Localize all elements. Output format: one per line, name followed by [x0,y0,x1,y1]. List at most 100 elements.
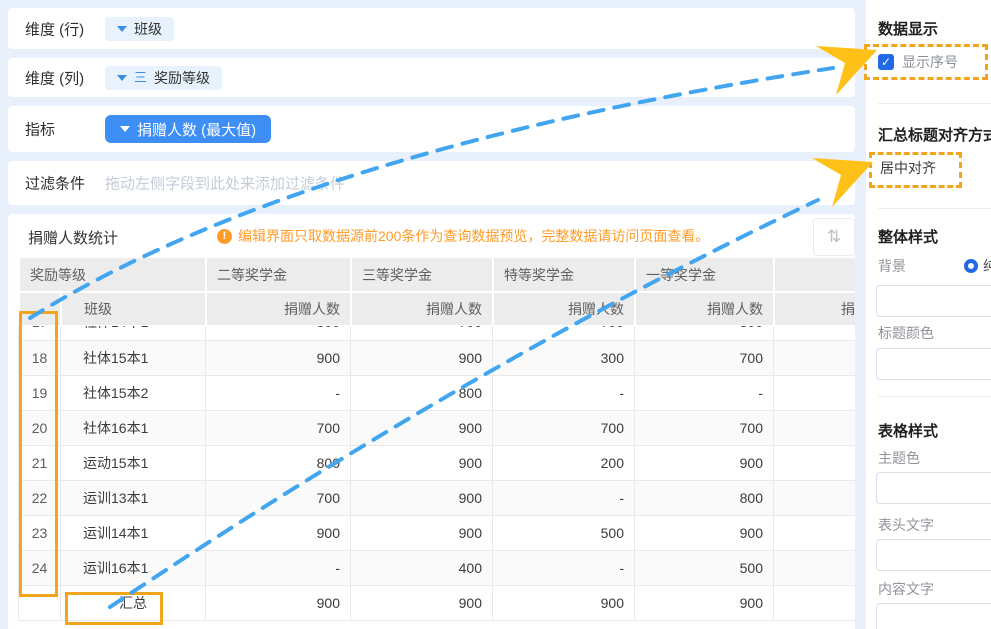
serial-header-cell [19,292,61,326]
summary-row[interactable]: 汇总900900900900 [19,585,856,620]
class-name-cell: 社体14本1 [61,326,206,340]
table-row[interactable]: 22运训13本1700900-800 [19,480,856,515]
value-cell: 700 [206,480,351,515]
theme-color-label: 主题色 [878,448,920,468]
title-color-label: 标题颜色 [878,323,934,343]
filter-label: 过滤条件 [25,173,85,194]
column-group-header [774,258,855,292]
checkbox-checked-icon[interactable]: ✓ [878,54,894,70]
table-style-title: 表格样式 [878,420,938,441]
summary-value-cell: 900 [635,585,774,620]
value-cell: 700 [351,326,493,340]
preview-table-card: 捐赠人数统计 ! 编辑界面只取数据源前200条作为查询数据预览，完整数据请访问页… [8,214,855,629]
value-cell [774,375,856,410]
summary-label-cell: 汇总 [61,585,206,620]
dimension-row-chip[interactable]: 班级 [105,17,174,41]
theme-color-input[interactable] [876,472,991,504]
measure-header: 捐赠人数 [493,292,635,326]
value-cell: 900 [206,340,351,375]
content-text-input[interactable] [876,603,991,629]
value-cell: 700 [493,326,635,340]
drag-handle-icon: 三 [134,71,147,84]
serial-cell: 19 [19,375,61,410]
show-serial-checkbox-row[interactable]: ✓ 显示序号 [878,52,958,72]
dimension-row-chip-label: 班级 [134,19,162,39]
metric-chip[interactable]: 捐赠人数 (最大值) [105,115,271,143]
serial-cell: 24 [19,550,61,585]
value-cell [774,550,856,585]
value-cell: 900 [351,445,493,480]
value-cell: 700 [206,410,351,445]
metric-label: 指标 [25,119,55,140]
header-group-row: 奖励等级二等奖学金三等奖学金特等奖学金一等奖学金 [19,258,855,292]
value-cell: 300 [635,326,774,340]
background-solid-radio-row[interactable]: 纯色 [964,256,991,276]
radio-selected-icon[interactable] [964,259,978,273]
value-cell [774,326,856,340]
filter-card[interactable]: 过滤条件 拖动左侧字段到此处来添加过滤条件 [8,161,855,205]
class-name-cell: 运训16本1 [61,550,206,585]
summary-value-cell [774,585,856,620]
table-row[interactable]: 23运训14本1900900500900 [19,515,856,550]
column-group-header: 三等奖学金 [351,258,493,292]
chevron-down-icon [117,26,127,32]
metric-card: 指标 捐赠人数 (最大值) [8,106,855,152]
value-cell: 900 [351,340,493,375]
value-cell: 900 [351,515,493,550]
table-row[interactable]: 17社体14本1800700700300 [19,326,856,340]
table-row[interactable]: 19社体15本2-800-- [19,375,856,410]
row-dimension-header: 班级 [61,292,206,326]
divider [878,396,991,397]
header-text-label: 表头文字 [878,515,934,535]
value-cell [774,340,856,375]
table-title: 捐赠人数统计 [28,227,118,248]
header-text-input[interactable] [876,539,991,571]
background-color-input[interactable] [876,285,991,317]
sort-icon: ⇅ [827,227,841,247]
sort-button[interactable]: ⇅ [813,218,855,256]
class-name-cell: 社体15本2 [61,375,206,410]
table-row[interactable]: 18社体15本1900900300700 [19,340,856,375]
value-cell: - [493,550,635,585]
value-cell: 900 [206,515,351,550]
value-cell: - [206,375,351,410]
divider [878,208,991,209]
table-row[interactable]: 20社体16本1700900700700 [19,410,856,445]
class-name-cell: 运训14本1 [61,515,206,550]
value-cell: - [493,480,635,515]
show-serial-label: 显示序号 [902,52,958,72]
value-cell: - [635,375,774,410]
class-name-cell: 运动15本1 [61,445,206,480]
value-cell: 900 [635,445,774,480]
corner-header-cell: 奖励等级 [19,258,206,292]
chevron-down-icon [117,75,127,81]
dimension-col-chip[interactable]: 三 奖励等级 [105,66,222,90]
measure-header: 捐赠人数 [635,292,774,326]
measure-header: 捐赠人数 [774,292,855,326]
dimension-col-label: 维度 (列) [25,67,84,88]
table-row[interactable]: 21运动15本1800900200900 [19,445,856,480]
value-cell: - [206,550,351,585]
dimension-col-chip-label: 奖励等级 [154,68,210,88]
class-name-cell: 社体16本1 [61,410,206,445]
divider [878,103,991,104]
dimension-row-label: 维度 (行) [25,18,84,39]
summary-align-title: 汇总标题对齐方式 [878,124,991,145]
value-cell [774,410,856,445]
serial-cell: 23 [19,515,61,550]
summary-value-cell: 900 [351,585,493,620]
value-cell: 900 [351,480,493,515]
summary-value-cell: 900 [493,585,635,620]
summary-align-select[interactable]: 居中对齐 [880,158,936,178]
table-body-area[interactable]: 17社体14本180070070030018社体15本1900900300700… [18,326,855,623]
settings-panel: 数据显示 ✓ 显示序号 汇总标题对齐方式 居中对齐 整体样式 背景 纯色 标题颜… [866,0,991,629]
title-color-input[interactable] [876,348,991,380]
value-cell: 900 [635,515,774,550]
value-cell: 700 [493,410,635,445]
value-cell [774,515,856,550]
value-cell: 500 [635,550,774,585]
table-row[interactable]: 24运训16本1-400-500 [19,550,856,585]
class-name-cell: 运训13本1 [61,480,206,515]
value-cell: 500 [493,515,635,550]
overall-style-title: 整体样式 [878,226,938,247]
